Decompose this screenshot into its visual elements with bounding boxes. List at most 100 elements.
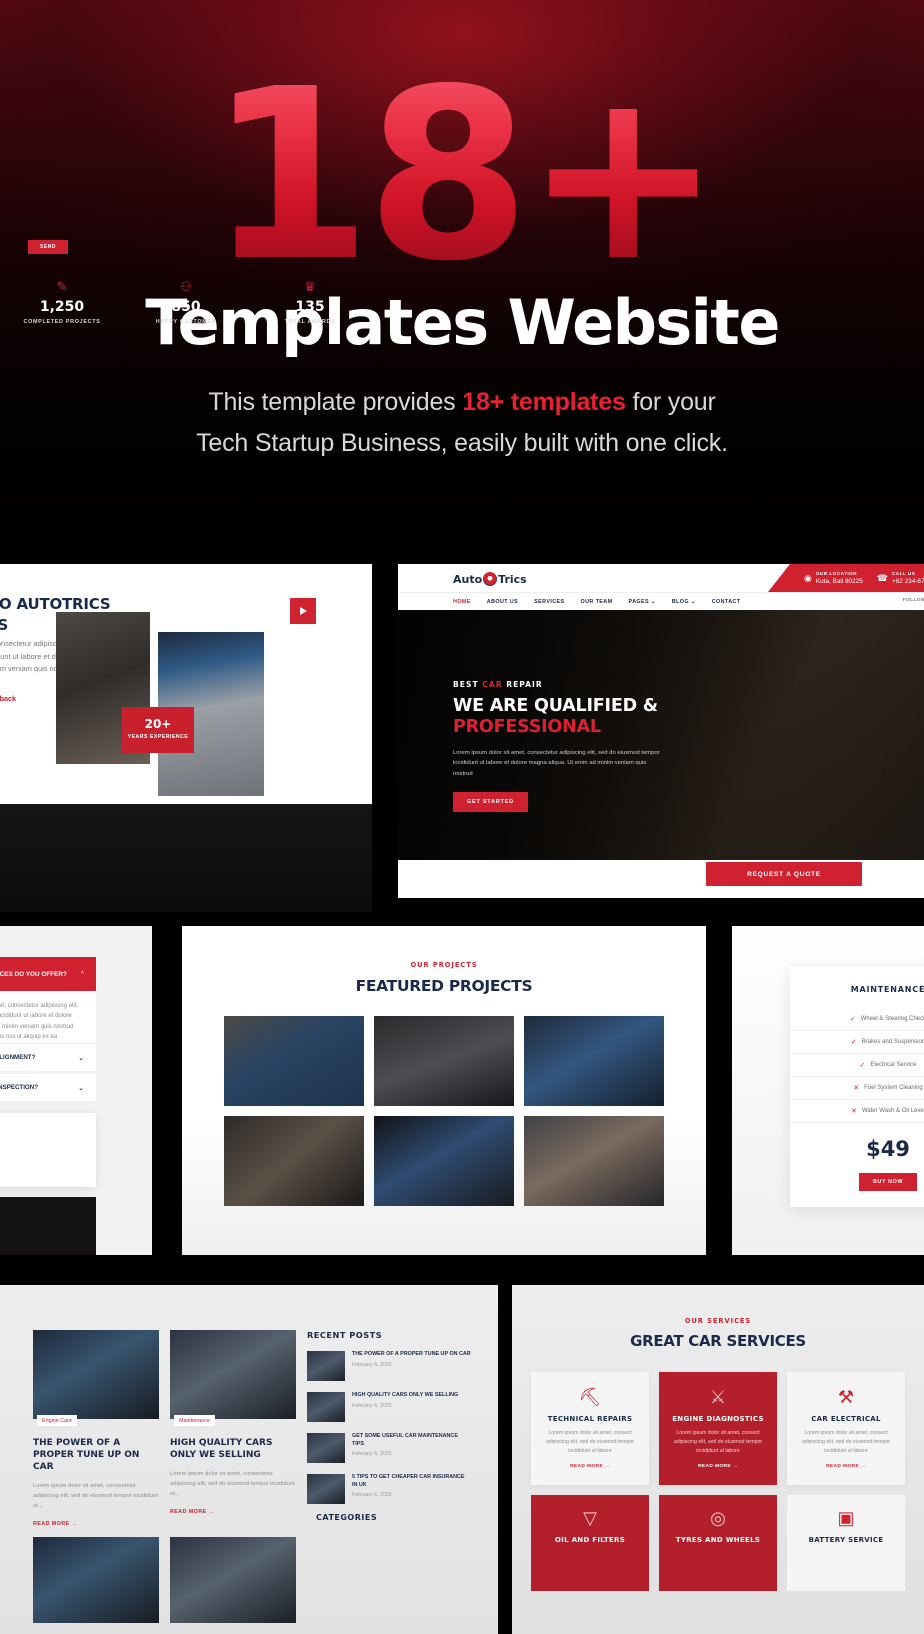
project-thumb-2[interactable] xyxy=(374,1016,514,1106)
nav-item-about-us[interactable]: ABOUT US xyxy=(487,599,518,605)
site-navigation[interactable]: HOME ABOUT US SERVICES OUR TEAM PAGES ⌄ … xyxy=(398,592,924,610)
page-root: 18+ Templates Website This template prov… xyxy=(0,0,924,1634)
get-started-button[interactable]: GET STARTED xyxy=(453,792,528,813)
contact-value: +62 234-6754-345 xyxy=(891,577,924,585)
nav-item-blog[interactable]: BLOG ⌄ xyxy=(672,599,696,605)
blog-thumbnail[interactable] xyxy=(33,1537,159,1623)
blog-post-title[interactable]: HIGH QUALITY CARS ONLY WE SELLING xyxy=(170,1438,296,1462)
recent-post-title: GET SOME USEFUL CAR MAINTENANCE TIPS xyxy=(352,1433,458,1447)
request-a-quote-button[interactable]: REQUEST A QUOTE xyxy=(706,862,862,886)
nav-item-services[interactable]: SERVICES xyxy=(534,599,564,605)
video-play-button[interactable] xyxy=(290,598,316,624)
stat-number: 135 xyxy=(295,299,325,315)
read-more-link[interactable]: READ MORE → xyxy=(669,1464,767,1469)
follow-us-label: FOLLOW US: xyxy=(902,598,924,603)
service-card-technical-repairs[interactable]: ⛏ TECHNICAL REPAIRS Lorem ipsum dolor si… xyxy=(531,1372,649,1485)
service-title: OIL AND FILTERS xyxy=(554,1536,626,1544)
blog-post-2[interactable]: Maintenance HIGH QUALITY CARS ONLY WE SE… xyxy=(170,1330,296,1527)
project-thumb-1[interactable] xyxy=(224,1016,364,1106)
service-card-tyres-and-wheels[interactable]: ◎ TYRES AND WHEELS xyxy=(659,1495,777,1591)
projects-title: FEATURED PROJECTS xyxy=(355,977,533,995)
service-card-oil-and-filters[interactable]: ▽ OIL AND FILTERS xyxy=(531,1495,649,1591)
site-logo[interactable]: Auto Trics xyxy=(453,572,527,586)
pricing-feature-label: Water Wash & Oil Level xyxy=(861,1108,924,1114)
template-preview-pricing[interactable]: MAINTENANCE ✓ Wheel & Steering Check ✓ Bra… xyxy=(732,925,924,1255)
about-stats-band xyxy=(0,804,372,912)
play-icon xyxy=(299,607,307,615)
blog-category-tag[interactable]: Engine Care xyxy=(37,1415,77,1426)
recent-post-item[interactable]: 5 TIPS TO GET CHEAPER CAR INSURANCE IN U… xyxy=(307,1474,471,1504)
nav-item-home[interactable]: HOME xyxy=(453,599,471,605)
project-thumb-6[interactable] xyxy=(524,1116,664,1206)
project-thumb-3[interactable] xyxy=(524,1016,664,1106)
read-more-link[interactable]: READ MORE → xyxy=(33,1521,159,1527)
faq-dark-band xyxy=(0,1197,96,1255)
list-item: ✓ Wheel & Steering Check xyxy=(790,1008,924,1031)
faq-contact-form[interactable] xyxy=(0,1113,96,1187)
faq-question-row[interactable]: DO I NEED A WHEEL ALIGNMENT? ⌄ xyxy=(0,1043,96,1071)
read-more-link[interactable]: READ MORE → xyxy=(797,1464,895,1469)
read-more-link[interactable]: READ MORE → xyxy=(541,1464,639,1469)
blog-thumbnail: Maintenance xyxy=(170,1330,296,1426)
read-more-link[interactable]: READ MORE → xyxy=(170,1509,296,1515)
nav-item-our-team[interactable]: OUR TEAM xyxy=(581,599,613,605)
blog-post-title[interactable]: THE POWER OF A PROPER TUNE UP ON CAR xyxy=(33,1438,159,1474)
recent-posts-heading: RECENT POSTS xyxy=(307,1330,383,1340)
recent-post-date: February 6, 2025 xyxy=(352,1451,392,1458)
stat-number: 1,250 xyxy=(39,299,85,315)
phone-icon: ☎ xyxy=(876,572,888,583)
recent-post-item[interactable]: THE POWER OF A PROPER TUNE UP ON CAR Febr… xyxy=(307,1351,471,1381)
service-title: BATTERY SERVICE xyxy=(808,1536,884,1544)
faq-open-question[interactable]: WHAT KIND OF SERVICES DO YOU OFFER? ^ xyxy=(0,957,96,991)
check-icon: ✓ xyxy=(859,1062,866,1069)
faq-question-row[interactable]: WHEN DO I NEED AN INSPECTION? ⌄ xyxy=(0,1073,96,1101)
template-preview-homepage[interactable]: Auto Trics ◉ OUR LOCATION Kuta, Bali 802… xyxy=(398,564,924,898)
blog-post-1[interactable]: Engine Care THE POWER OF A PROPER TUNE U… xyxy=(33,1330,159,1527)
people-icon: ⚇ xyxy=(180,279,192,294)
blog-thumbnail[interactable] xyxy=(170,1537,296,1623)
recent-post-item[interactable]: GET SOME USEFUL CAR MAINTENANCE TIPS Febr… xyxy=(307,1433,471,1463)
list-item: ✓ Electrical Service xyxy=(790,1054,924,1077)
blog-thumbnail: Engine Care xyxy=(33,1330,159,1426)
template-preview-projects[interactable]: OUR PROJECTS FEATURED PROJECTS xyxy=(182,925,706,1255)
service-card-battery-service[interactable]: ▣ BATTERY SERVICE xyxy=(787,1495,905,1591)
faq-question-label: WHAT KIND OF SERVICES DO YOU OFFER? xyxy=(0,970,67,978)
nav-item-contact[interactable]: CONTACT xyxy=(712,599,741,605)
chevron-down-icon: ⌄ xyxy=(78,1084,84,1092)
project-thumb-5[interactable] xyxy=(374,1116,514,1206)
row-gutter xyxy=(0,1255,924,1285)
recent-post-item[interactable]: HIGH QUALITY CARS ONLY WE SELLING Februar… xyxy=(307,1392,471,1422)
contact-location: ◉ OUR LOCATION Kuta, Bali 80225 xyxy=(804,571,863,585)
contact-phone[interactable]: ☎ CALL US +62 234-6754-345 xyxy=(877,571,924,585)
eyebrow-accent: CAR xyxy=(482,680,503,689)
logo-text-pre: Auto xyxy=(453,572,483,586)
pricing-feature-label: Wheel & Steering Check xyxy=(860,1016,924,1022)
list-item: ✕ Fuel System Cleaning xyxy=(790,1077,924,1100)
template-preview-faq[interactable]: WHAT KIND OF SERVICES DO YOU OFFER? ^ Lo… xyxy=(0,925,152,1255)
cross-icon: ✕ xyxy=(853,1085,860,1092)
stats-row: ✎ 1,250 COMPLETED PROJECTS ⚇ 850 HAPPY C… xyxy=(0,280,372,325)
service-card-engine-diagnostics[interactable]: ⚔ ENGINE DIAGNOSTICS Lorem ipsum dolor s… xyxy=(659,1372,777,1485)
hero-headline-line2: PROFESSIONAL xyxy=(453,717,601,738)
cross-icon: ✕ xyxy=(850,1108,857,1115)
nav-item-pages[interactable]: PAGES ⌄ xyxy=(628,599,655,605)
services-title: GREAT CAR SERVICES xyxy=(630,1332,806,1350)
blog-category-tag[interactable]: Maintenance xyxy=(174,1415,215,1426)
stat-completed-projects: ✎ 1,250 COMPLETED PROJECTS xyxy=(0,280,124,325)
pricing-feature-label: Brakes and Suspension xyxy=(861,1039,924,1045)
template-preview-services[interactable]: OUR SERVICES GREAT CAR SERVICES ⛏ TECHNI… xyxy=(512,1285,924,1634)
pricing-plan-card: MAINTENANCE ✓ Wheel & Steering Check ✓ Bra… xyxy=(790,967,924,1207)
service-text: Lorem ipsum dolor sit amet, consect adip… xyxy=(545,1430,635,1454)
recent-post-title: 5 TIPS TO GET CHEAPER CAR INSURANCE IN U… xyxy=(352,1474,465,1488)
send-button[interactable]: SEND xyxy=(28,240,68,254)
check-icon: ✓ xyxy=(850,1039,857,1046)
topbar-contact-block: ◉ OUR LOCATION Kuta, Bali 80225 ☎ CALL U… xyxy=(768,564,924,592)
column-gutter xyxy=(372,556,398,926)
buy-now-button[interactable]: BUY NOW xyxy=(859,1173,917,1191)
column-gutter xyxy=(152,925,182,1255)
project-thumb-4[interactable] xyxy=(224,1116,364,1206)
experience-badge-number: 20+ xyxy=(144,717,172,731)
service-card-car-electrical[interactable]: ⚒ CAR ELECTRICAL Lorem ipsum dolor sit a… xyxy=(787,1372,905,1485)
template-preview-blog[interactable]: Engine Care THE POWER OF A PROPER TUNE U… xyxy=(0,1285,498,1634)
service-title: ENGINE DIAGNOSTICS xyxy=(672,1415,764,1423)
